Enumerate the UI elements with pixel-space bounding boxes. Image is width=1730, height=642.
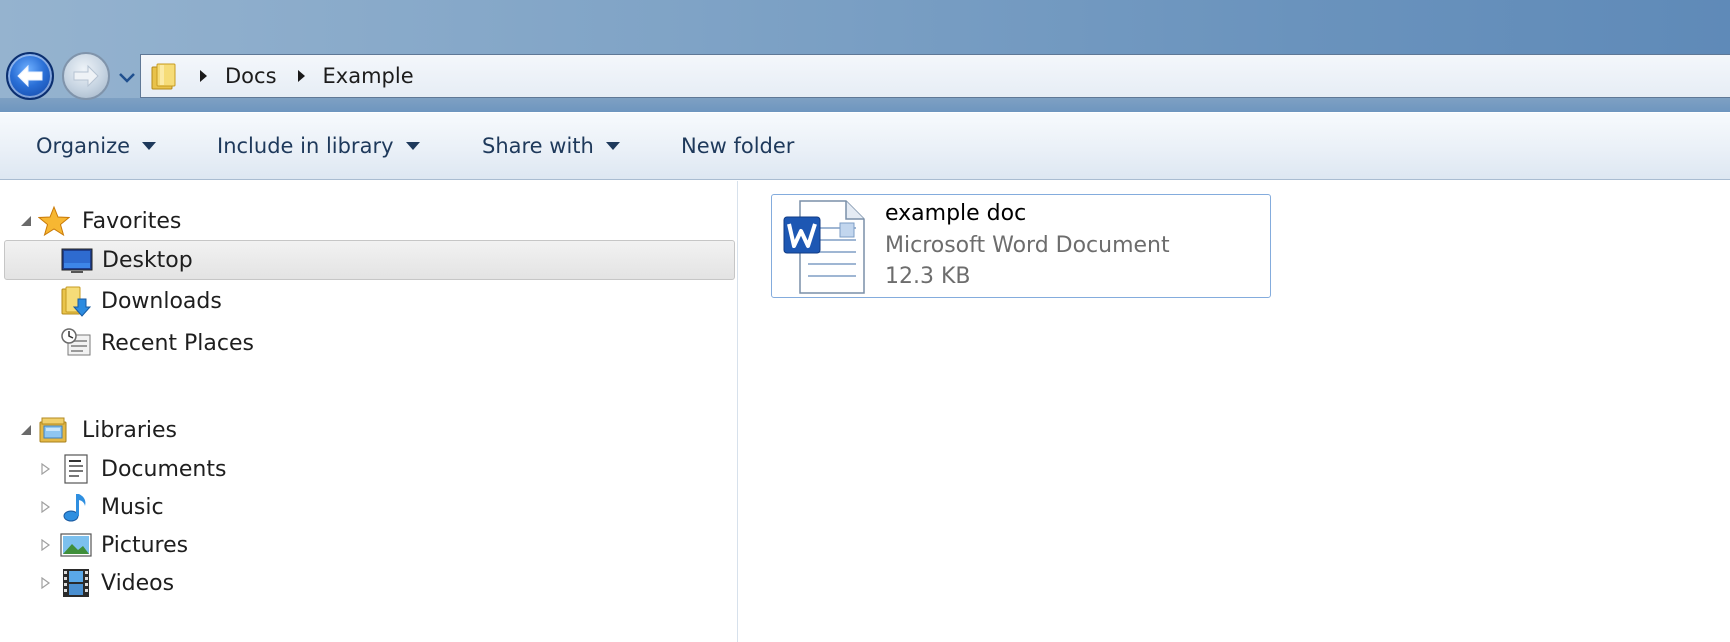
- breadcrumb-separator-icon[interactable]: [297, 69, 309, 83]
- nav-item-videos[interactable]: Videos: [0, 563, 738, 603]
- expand-triangle-icon[interactable]: [40, 501, 52, 513]
- include-in-library-label: Include in library: [217, 134, 394, 158]
- file-type: Microsoft Word Document: [885, 233, 1170, 258]
- libraries-node[interactable]: Libraries: [0, 410, 738, 450]
- favorites-node[interactable]: Favorites: [0, 201, 738, 241]
- recent-pages-dropdown[interactable]: [117, 70, 137, 86]
- recent-places-icon: [61, 328, 91, 356]
- file-name: example doc: [885, 201, 1027, 226]
- forward-arrow-icon: [73, 64, 99, 88]
- nav-item-documents[interactable]: Documents: [0, 449, 738, 489]
- new-folder-button[interactable]: New folder: [681, 131, 794, 161]
- organize-label: Organize: [36, 134, 131, 158]
- back-arrow-icon: [17, 64, 43, 88]
- address-bar[interactable]: Docs Example: [140, 54, 1730, 98]
- downloads-folder-icon: [61, 286, 92, 317]
- chevron-down-icon: [119, 73, 135, 83]
- breadcrumb-docs[interactable]: Docs: [225, 64, 277, 88]
- back-button[interactable]: [6, 52, 54, 100]
- nav-item-downloads[interactable]: Downloads: [0, 281, 738, 321]
- pictures-library-icon: [60, 533, 92, 557]
- nav-item-label: Desktop: [102, 247, 193, 273]
- videos-library-icon: [63, 569, 89, 597]
- new-folder-label: New folder: [681, 134, 795, 158]
- caret-down-icon: [142, 142, 157, 150]
- libraries-icon: [39, 417, 67, 443]
- libraries-label: Libraries: [82, 417, 178, 443]
- expand-triangle-icon[interactable]: [40, 539, 52, 551]
- folder-icon: [151, 63, 176, 90]
- nav-item-label: Recent Places: [101, 330, 254, 356]
- nav-item-recent-places[interactable]: Recent Places: [0, 323, 738, 363]
- nav-item-desktop[interactable]: Desktop: [4, 240, 735, 280]
- organize-button[interactable]: Organize: [36, 131, 157, 161]
- nav-item-label: Music: [101, 494, 164, 520]
- file-size: 12.3 KB: [885, 264, 971, 289]
- breadcrumb-example[interactable]: Example: [323, 64, 414, 88]
- nav-item-music[interactable]: Music: [0, 487, 738, 527]
- forward-button[interactable]: [62, 52, 110, 100]
- word-document-icon: [783, 200, 865, 294]
- share-with-label: Share with: [482, 134, 594, 158]
- desktop-icon: [61, 248, 93, 273]
- favorites-star-icon: [38, 205, 70, 237]
- nav-item-label: Documents: [101, 456, 227, 482]
- navigation-pane: Favorites Desktop Downloads Recent Place…: [0, 181, 738, 642]
- collapse-triangle-icon[interactable]: [20, 424, 32, 436]
- include-in-library-button[interactable]: Include in library: [217, 131, 420, 161]
- caret-down-icon: [605, 142, 620, 150]
- expand-triangle-icon[interactable]: [40, 463, 52, 475]
- music-library-icon: [63, 494, 86, 522]
- nav-item-label: Videos: [101, 570, 175, 596]
- nav-item-label: Downloads: [101, 288, 222, 314]
- file-item[interactable]: example doc Microsoft Word Document 12.3…: [771, 194, 1271, 298]
- favorites-label: Favorites: [82, 208, 182, 234]
- nav-item-label: Pictures: [101, 532, 189, 558]
- expand-triangle-icon[interactable]: [40, 577, 52, 589]
- share-with-button[interactable]: Share with: [482, 131, 620, 161]
- documents-library-icon: [64, 454, 88, 484]
- command-bar: Organize Include in library Share with N…: [0, 112, 1730, 180]
- breadcrumb-separator-icon[interactable]: [199, 69, 211, 83]
- collapse-triangle-icon[interactable]: [20, 215, 32, 227]
- file-list-pane[interactable]: example doc Microsoft Word Document 12.3…: [739, 181, 1730, 642]
- caret-down-icon: [405, 142, 420, 150]
- nav-item-pictures[interactable]: Pictures: [0, 525, 738, 565]
